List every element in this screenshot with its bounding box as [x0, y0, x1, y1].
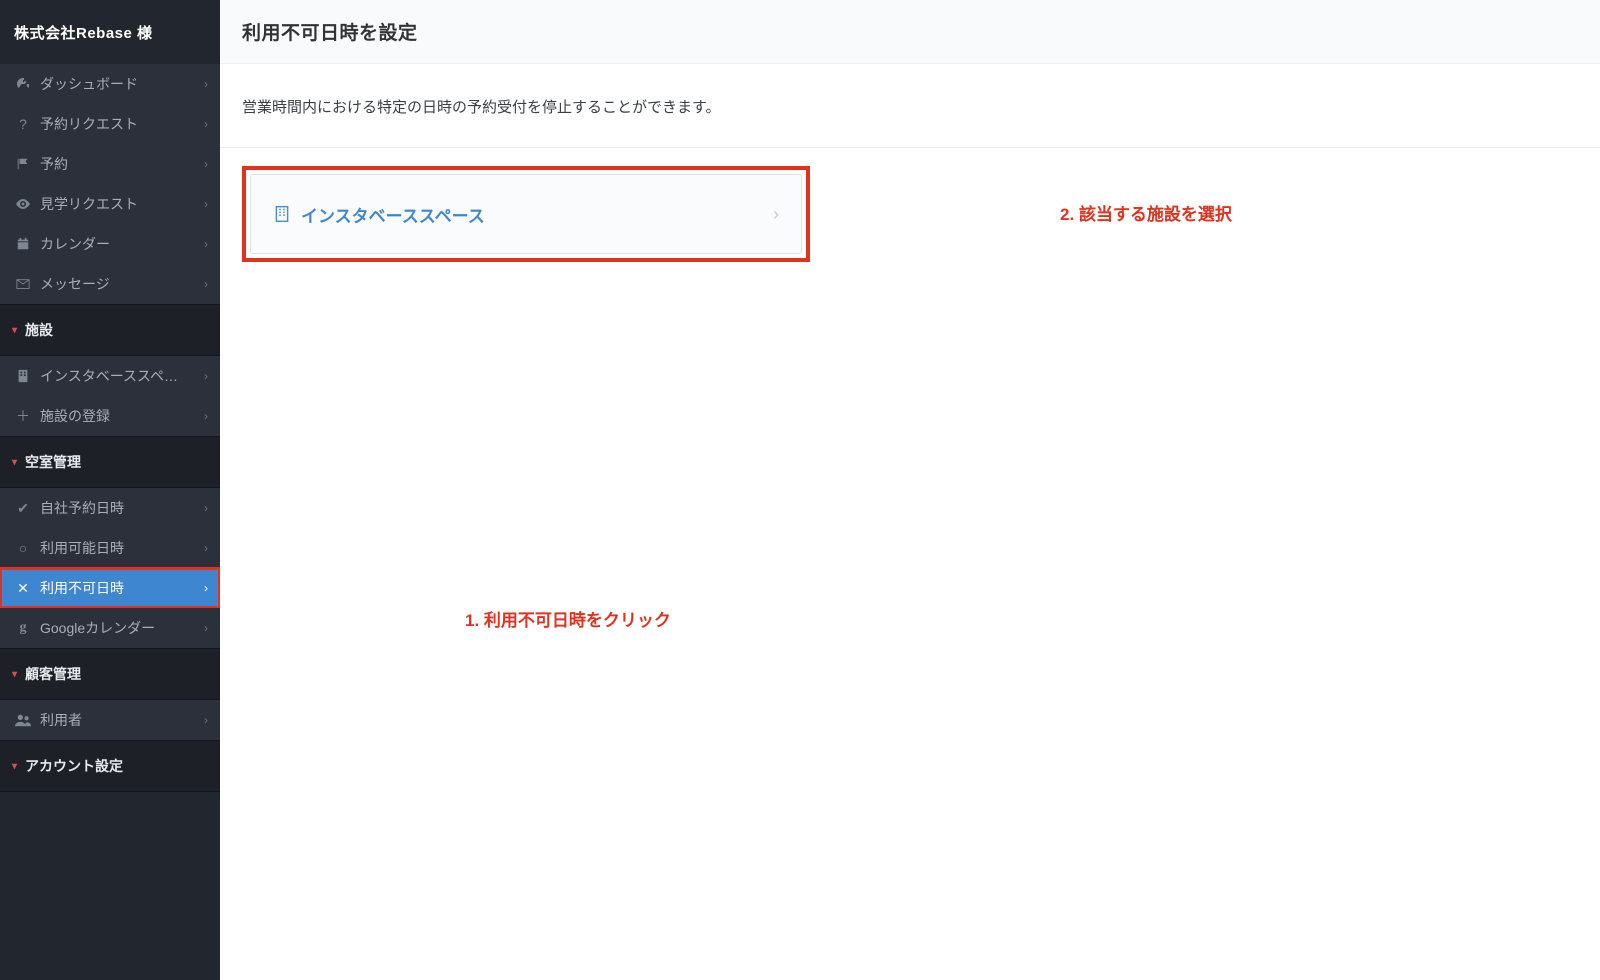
cross-icon: ✕	[12, 580, 34, 597]
chevron-right-icon: ›	[204, 409, 208, 423]
sidebar-item-users[interactable]: 利用者 ›	[0, 700, 220, 740]
flag-icon	[12, 157, 34, 171]
caret-down-icon: ▾	[12, 669, 17, 680]
chevron-right-icon: ›	[204, 369, 208, 383]
facility-card[interactable]: インスタベーススペース ›	[250, 174, 802, 254]
users-icon	[12, 713, 34, 727]
sidebar-item-label: 利用者	[40, 710, 204, 730]
sidebar-item-label: 利用不可日時	[40, 578, 204, 598]
sidebar: 株式会社Rebase 様 ダッシュボード › ? 予約リクエスト › 予約 › …	[0, 0, 220, 980]
chevron-right-icon: ›	[204, 581, 208, 595]
sidebar-item-label: 予約	[40, 154, 204, 174]
chevron-right-icon: ›	[773, 204, 779, 225]
page-title: 利用不可日時を設定	[242, 18, 418, 45]
sidebar-item-facility-add[interactable]: ＋ 施設の登録 ›	[0, 396, 220, 436]
chevron-right-icon: ›	[204, 197, 208, 211]
sidebar-item-facility-instabase[interactable]: インスタベーススペ… ›	[0, 356, 220, 396]
chevron-right-icon: ›	[204, 277, 208, 291]
gauge-icon	[12, 76, 34, 92]
sidebar-item-label: ダッシュボード	[40, 74, 204, 94]
page-description: 営業時間内における特定の日時の予約受付を停止することができます。	[220, 64, 1600, 148]
facility-list: インスタベーススペース ›	[220, 148, 1600, 284]
chevron-right-icon: ›	[204, 541, 208, 555]
section-title: アカウント設定	[25, 756, 123, 776]
mail-icon	[12, 277, 34, 291]
sidebar-item-own-booked[interactable]: ✔ 自社予約日時 ›	[0, 488, 220, 528]
sidebar-item-label: メッセージ	[40, 274, 204, 294]
caret-down-icon: ▾	[12, 761, 17, 772]
sidebar-item-request[interactable]: ? 予約リクエスト ›	[0, 104, 220, 144]
annotation-highlight-facility: インスタベーススペース ›	[242, 166, 810, 262]
sidebar-section-facilities[interactable]: ▾ 施設	[0, 304, 220, 356]
building-icon	[273, 205, 291, 223]
sidebar-item-available[interactable]: ○ 利用可能日時 ›	[0, 528, 220, 568]
sidebar-item-calendar[interactable]: カレンダー ›	[0, 224, 220, 264]
sidebar-item-messages[interactable]: メッセージ ›	[0, 264, 220, 304]
sidebar-item-label: 自社予約日時	[40, 498, 204, 518]
sidebar-item-label: 施設の登録	[40, 406, 204, 426]
sidebar-item-unavailable[interactable]: ✕ 利用不可日時 ›	[0, 568, 220, 608]
page-header: 利用不可日時を設定	[220, 0, 1600, 64]
sidebar-section-customers[interactable]: ▾ 顧客管理	[0, 648, 220, 700]
plus-icon: ＋	[12, 406, 34, 426]
sidebar-item-label: 利用可能日時	[40, 538, 204, 558]
chevron-right-icon: ›	[204, 621, 208, 635]
eye-icon	[12, 196, 34, 212]
section-title: 空室管理	[25, 452, 81, 472]
facility-name: インスタベーススペース	[301, 202, 773, 227]
sidebar-section-availability[interactable]: ▾ 空室管理	[0, 436, 220, 488]
annotation-step1: 1. 利用不可日時をクリック	[465, 606, 671, 631]
caret-down-icon: ▾	[12, 457, 17, 468]
building-icon	[12, 369, 34, 383]
sidebar-item-visit-request[interactable]: 見学リクエスト ›	[0, 184, 220, 224]
sidebar-item-label: Googleカレンダー	[40, 618, 204, 638]
sidebar-item-google-calendar[interactable]: g Googleカレンダー ›	[0, 608, 220, 648]
sidebar-item-label: 予約リクエスト	[40, 114, 204, 134]
section-title: 顧客管理	[25, 664, 81, 684]
sidebar-item-dashboard[interactable]: ダッシュボード ›	[0, 64, 220, 104]
section-title: 施設	[25, 320, 53, 340]
sidebar-item-label: カレンダー	[40, 234, 204, 254]
sidebar-item-bookings[interactable]: 予約 ›	[0, 144, 220, 184]
sidebar-item-label: 見学リクエスト	[40, 194, 204, 214]
check-icon: ✔	[12, 500, 34, 517]
chevron-right-icon: ›	[204, 117, 208, 131]
main: 利用不可日時を設定 営業時間内における特定の日時の予約受付を停止することができま…	[220, 0, 1600, 980]
sidebar-item-label: インスタベーススペ…	[40, 366, 204, 386]
chevron-right-icon: ›	[204, 77, 208, 91]
chevron-right-icon: ›	[204, 713, 208, 727]
chevron-right-icon: ›	[204, 157, 208, 171]
circle-icon: ○	[12, 540, 34, 556]
annotation-step2: 2. 該当する施設を選択	[1060, 200, 1232, 225]
sidebar-nav-main: ダッシュボード › ? 予約リクエスト › 予約 › 見学リクエスト › カレン…	[0, 64, 220, 304]
sidebar-section-account[interactable]: ▾ アカウント設定	[0, 740, 220, 792]
chevron-right-icon: ›	[204, 501, 208, 515]
google-icon: g	[12, 620, 34, 636]
question-icon: ?	[12, 116, 34, 132]
calendar-icon	[12, 237, 34, 251]
sidebar-company: 株式会社Rebase 様	[0, 0, 220, 64]
caret-down-icon: ▾	[12, 325, 17, 336]
chevron-right-icon: ›	[204, 237, 208, 251]
